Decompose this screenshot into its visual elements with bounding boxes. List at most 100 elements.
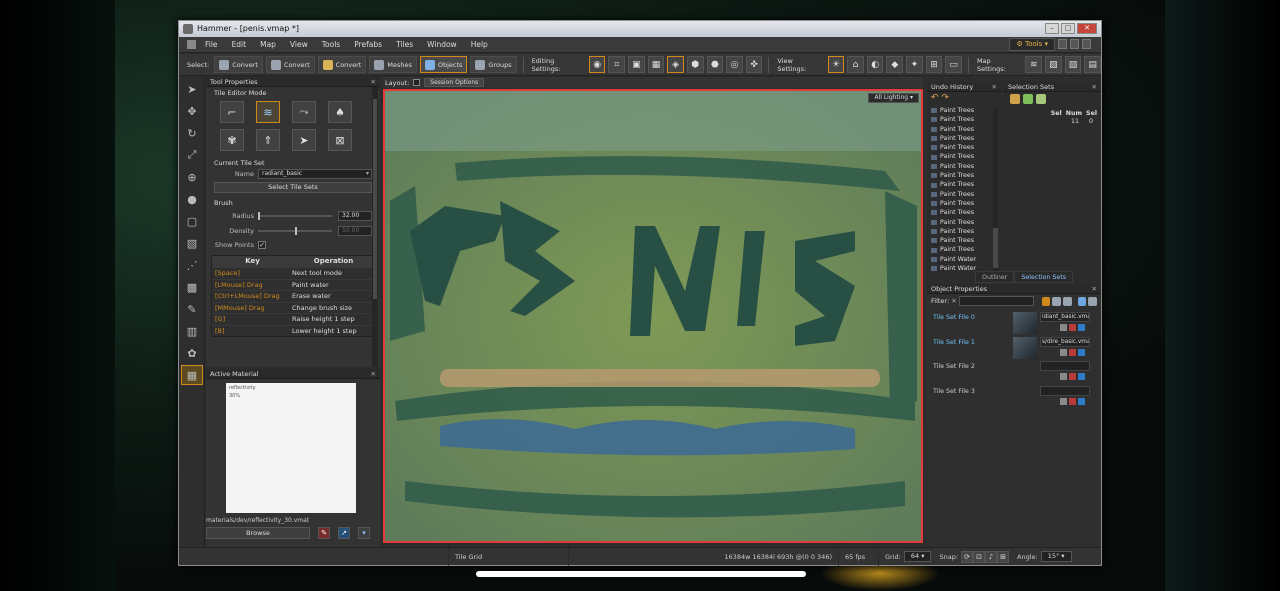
- list-item[interactable]: Paint Trees: [931, 134, 1001, 143]
- 3d-viewport[interactable]: All Lighting ▾: [383, 89, 923, 543]
- grid-view-icon[interactable]: ⌂: [847, 56, 864, 73]
- water-mode-icon[interactable]: ≋: [256, 101, 280, 123]
- undo-scrollbar[interactable]: [993, 108, 998, 278]
- block-tool-icon[interactable]: ▢: [181, 211, 203, 231]
- list-item[interactable]: Paint Trees: [931, 199, 1001, 208]
- clear-filter-icon[interactable]: ✕: [951, 297, 956, 305]
- panel-close-icon[interactable]: ✕: [371, 77, 376, 87]
- map-layer-icon[interactable]: ≋: [1025, 56, 1043, 73]
- list-item[interactable]: Paint Trees: [931, 218, 1001, 227]
- tile-set-file-input[interactable]: s/dire_basic.vmap: [1040, 336, 1090, 347]
- tile-set-file-input[interactable]: [1040, 385, 1090, 396]
- foliage-tool-icon[interactable]: ✿: [181, 343, 203, 363]
- map-paint-icon[interactable]: ▧: [1064, 56, 1082, 73]
- grid-view-icon[interactable]: [1063, 296, 1072, 306]
- objects-button[interactable]: Objects: [419, 56, 468, 73]
- menu-tiles[interactable]: Tiles: [389, 40, 420, 49]
- list-item[interactable]: Paint Trees: [931, 106, 1001, 115]
- tile-set-row[interactable]: Tile Set File 1 s/dire_basic.vmap: [927, 336, 1101, 362]
- grid-size-select[interactable]: 64 ▾: [903, 551, 932, 562]
- pivot-tool-icon[interactable]: ⊕: [181, 167, 203, 187]
- pivot-icon[interactable]: ◉: [588, 56, 606, 73]
- lighting-icon[interactable]: ☀: [827, 56, 845, 73]
- camera-icon[interactable]: ◎: [726, 56, 743, 73]
- apply-icon[interactable]: [1078, 397, 1085, 405]
- meshes-button[interactable]: Meshes: [369, 56, 417, 73]
- grid-toggle-icon[interactable]: ⊞: [925, 56, 943, 73]
- pick-icon[interactable]: [1069, 373, 1076, 380]
- map-brush-icon[interactable]: ▤: [1084, 56, 1101, 73]
- select-tile-sets-button[interactable]: Select Tile Sets: [214, 182, 372, 193]
- snap-rotate-icon[interactable]: ♪: [985, 550, 998, 563]
- radius-slider-knob[interactable]: [258, 212, 260, 220]
- menu-map[interactable]: Map: [253, 40, 283, 49]
- display-icon[interactable]: ▭: [945, 56, 962, 73]
- home-indicator[interactable]: [476, 571, 806, 577]
- all-lighting-dropdown[interactable]: All Lighting ▾: [868, 93, 919, 103]
- translate-tool-icon[interactable]: ✥: [181, 101, 203, 121]
- menu-view[interactable]: View: [283, 40, 315, 49]
- maximize-button[interactable]: □: [1061, 23, 1075, 34]
- tile-set-row[interactable]: Tile Set File 0 idiant_basic.vmap: [927, 312, 1101, 337]
- panel-close-icon[interactable]: ✕: [1092, 284, 1097, 294]
- run-icon[interactable]: ✦: [906, 56, 923, 73]
- density-slider-knob[interactable]: [295, 227, 297, 235]
- restore-icon[interactable]: [1070, 39, 1079, 49]
- align-icon[interactable]: ▦: [647, 56, 665, 73]
- list-item[interactable]: Paint Trees: [931, 125, 1001, 134]
- search-icon[interactable]: [1060, 348, 1067, 356]
- search-icon[interactable]: [1060, 397, 1067, 405]
- snap-vertex-icon[interactable]: ⊡: [973, 550, 986, 563]
- close-button[interactable]: ✕: [1077, 23, 1097, 34]
- entity-view-icon[interactable]: [1077, 296, 1087, 306]
- material-pick-icon[interactable]: ✎: [318, 527, 330, 539]
- apply-icon[interactable]: [1078, 348, 1085, 356]
- selection-set-add-icon[interactable]: [1010, 94, 1020, 104]
- undo-arrow-icon[interactable]: ↶ ↷: [931, 93, 949, 103]
- table-row[interactable]: 11 0: [1004, 118, 1093, 125]
- menu-prefabs[interactable]: Prefabs: [347, 40, 389, 49]
- chevron-down-icon[interactable]: ▾: [358, 527, 370, 539]
- menu-window[interactable]: Window: [420, 40, 464, 49]
- convert-edges-button[interactable]: Convert: [265, 56, 315, 73]
- tile-set-file-input[interactable]: idiant_basic.vmap: [1040, 312, 1090, 322]
- tile-set-file-input[interactable]: [1040, 361, 1090, 371]
- tile-set-row[interactable]: Tile Set File 2: [927, 361, 1101, 386]
- menu-tools[interactable]: Tools: [315, 40, 347, 49]
- lock-icon[interactable]: ⬣: [706, 56, 724, 73]
- close-icon[interactable]: [1082, 39, 1091, 49]
- list-item[interactable]: Paint Trees: [931, 180, 1001, 189]
- path-tool-icon[interactable]: ⋰: [181, 255, 203, 275]
- texture-tool-icon[interactable]: ▩: [181, 277, 203, 297]
- menu-help[interactable]: Help: [464, 40, 495, 49]
- list-item[interactable]: Paint Trees: [931, 143, 1001, 152]
- height-mode-icon[interactable]: ⇑: [256, 129, 280, 151]
- apply-icon[interactable]: [1078, 373, 1085, 380]
- material-apply-icon[interactable]: ↗: [338, 527, 350, 539]
- list-item[interactable]: Paint Trees: [931, 208, 1001, 217]
- render-icon[interactable]: ◐: [866, 56, 884, 73]
- search-icon[interactable]: [1060, 373, 1067, 380]
- pick-icon[interactable]: [1069, 348, 1076, 356]
- detail-view-icon[interactable]: [1052, 296, 1062, 306]
- tile-set-row[interactable]: Tile Set File 3: [927, 385, 1101, 411]
- entity-tool-icon[interactable]: ●: [181, 189, 203, 209]
- gamepad-icon[interactable]: ✜: [745, 56, 763, 73]
- list-item[interactable]: Paint Trees: [931, 236, 1001, 245]
- convert-faces-button[interactable]: Convert: [317, 56, 367, 73]
- cursor-tool-icon[interactable]: ➤: [181, 79, 203, 99]
- snap-grid-icon[interactable]: ⌗: [608, 56, 626, 73]
- tile-editor-tool-icon[interactable]: ▦: [181, 365, 203, 385]
- list-item[interactable]: Paint Water: [931, 255, 1001, 264]
- pick-icon[interactable]: [1069, 324, 1076, 331]
- panel-close-icon[interactable]: ✕: [1092, 82, 1097, 92]
- list-item[interactable]: Paint Trees: [931, 162, 1001, 171]
- filter-icon[interactable]: ⬢: [686, 56, 704, 73]
- tree-mode-icon[interactable]: ♠: [328, 101, 352, 123]
- pick-icon[interactable]: [1069, 397, 1076, 405]
- tab-selection-sets[interactable]: Selection Sets: [1014, 271, 1074, 283]
- groups-button[interactable]: Groups: [470, 56, 517, 73]
- list-item[interactable]: Paint Trees: [931, 152, 1001, 161]
- list-item[interactable]: Paint Trees: [931, 245, 1001, 254]
- tile-set-name-select[interactable]: radiant_basic: [258, 169, 372, 179]
